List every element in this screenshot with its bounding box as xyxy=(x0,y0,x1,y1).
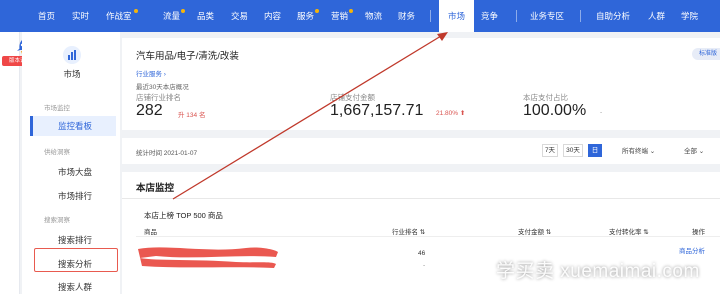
rank-value: 282 xyxy=(136,102,163,119)
sidebar-item-market-overview[interactable]: 市场大盘 xyxy=(30,162,116,182)
col-pay-conversion[interactable]: 支付转化率 ⇅ xyxy=(609,226,649,236)
nav-item-traffic[interactable]: 流量 xyxy=(163,0,180,32)
nav-item-finance[interactable]: 财务 xyxy=(398,0,415,32)
sidebar-item-monitor-board[interactable]: 监控看板 xyxy=(30,116,116,136)
scope-select[interactable]: 全部 ⌄ xyxy=(684,145,704,155)
nav-item-trade[interactable]: 交易 xyxy=(231,0,248,32)
nav-item-business-zone[interactable]: 业务专区 xyxy=(530,0,564,32)
nav-item-logistics[interactable]: 物流 xyxy=(365,0,382,32)
nav-item-competition[interactable]: 竞争 xyxy=(481,0,498,32)
top-nav: 首页 实时 作战室 流量 品类 交易 内容 服务 营销 物流 财务 市场 竞争 … xyxy=(0,0,720,32)
col-industry-rank[interactable]: 行业排名 ⇅ xyxy=(392,226,425,236)
range-30d-button[interactable]: 30天 xyxy=(563,144,583,157)
left-rail xyxy=(0,32,20,294)
nav-item-content[interactable]: 内容 xyxy=(264,0,281,32)
redacted-product-scribble xyxy=(138,247,278,268)
new-dot-icon xyxy=(349,9,353,13)
overview-card: 汽车用品/电子/清洗/改装 行业服务 › 标准版 最近30天本店概况 店铺行业排… xyxy=(122,38,720,130)
market-icon xyxy=(63,46,81,64)
industry-service-link[interactable]: 行业服务 › xyxy=(136,68,166,78)
module-label: 市场 xyxy=(63,69,81,79)
section-title: 本店监控 xyxy=(136,183,175,194)
sidebar-item-search-ranking[interactable]: 搜索排行 xyxy=(30,230,116,250)
pay-share-value: 100.00% xyxy=(523,102,587,119)
range-day-button[interactable]: 日 xyxy=(588,144,602,157)
watermark: 学买卖 xuemaimai.com xyxy=(496,261,700,282)
nav-item-marketing[interactable]: 营销 xyxy=(331,0,348,32)
nav-item-category[interactable]: 品类 xyxy=(197,0,214,32)
search-analysis-highlight xyxy=(34,248,118,272)
nav-item-self-analysis[interactable]: 自助分析 xyxy=(596,0,630,32)
pay-share-change: - xyxy=(600,109,603,116)
new-dot-icon xyxy=(181,9,185,13)
sidebar-group-search-insight: 搜索洞察 xyxy=(44,217,70,224)
rank-change: 升 134 名 xyxy=(178,112,206,119)
sidebar-group-supply-insight: 供给洞察 xyxy=(44,149,70,156)
sidebar-item-search-crowd[interactable]: 搜索人群 xyxy=(30,277,116,294)
nav-item-home[interactable]: 首页 xyxy=(38,0,55,32)
filter-bar: 统计时间 2021-01-07 7天 30天 日 所有终端 ⌄ 全部 ⌄ xyxy=(122,138,720,164)
nav-item-crowd[interactable]: 人群 xyxy=(648,0,665,32)
overview-range-caption: 最近30天本店概况 xyxy=(136,84,189,91)
sidebar-group-market-monitor: 市场监控 xyxy=(44,105,70,112)
new-dot-icon xyxy=(315,9,319,13)
pay-amount-change: 21.80% ⬆ xyxy=(436,110,466,117)
col-action: 操作 xyxy=(692,229,705,236)
top500-title: 本店上榜 TOP 500 商品 xyxy=(144,211,223,220)
col-pay-amount[interactable]: 支付金额 ⇅ xyxy=(518,226,551,236)
nav-item-market[interactable]: 市场 xyxy=(439,0,474,32)
new-dot-icon xyxy=(134,9,138,13)
product-analysis-link[interactable]: 商品分析 xyxy=(679,245,705,255)
nav-divider xyxy=(430,10,431,22)
nav-divider xyxy=(516,10,517,22)
nav-item-service[interactable]: 服务 xyxy=(297,0,314,32)
nav-item-academy[interactable]: 学院 xyxy=(681,0,698,32)
row-rank: 46 xyxy=(418,250,426,257)
table-header-line xyxy=(136,236,720,237)
nav-divider xyxy=(580,10,581,22)
row-rank-change: - xyxy=(423,262,426,269)
nav-item-realtime[interactable]: 实时 xyxy=(72,0,89,32)
divider xyxy=(122,198,720,199)
nav-item-warroom[interactable]: 作战室 xyxy=(106,0,132,32)
terminal-select[interactable]: 所有终端 ⌄ xyxy=(622,145,655,155)
range-7d-button[interactable]: 7天 xyxy=(542,144,558,157)
col-product: 商品 xyxy=(144,229,157,236)
category-breadcrumb: 汽车用品/电子/清洗/改装 xyxy=(136,51,239,62)
pay-amount-value: 1,667,157.71 xyxy=(330,102,424,119)
edition-badge[interactable]: 标准版 xyxy=(692,48,720,60)
stat-time: 统计时间 2021-01-07 xyxy=(136,150,198,157)
sidebar-item-market-ranking[interactable]: 市场排行 xyxy=(30,186,116,206)
